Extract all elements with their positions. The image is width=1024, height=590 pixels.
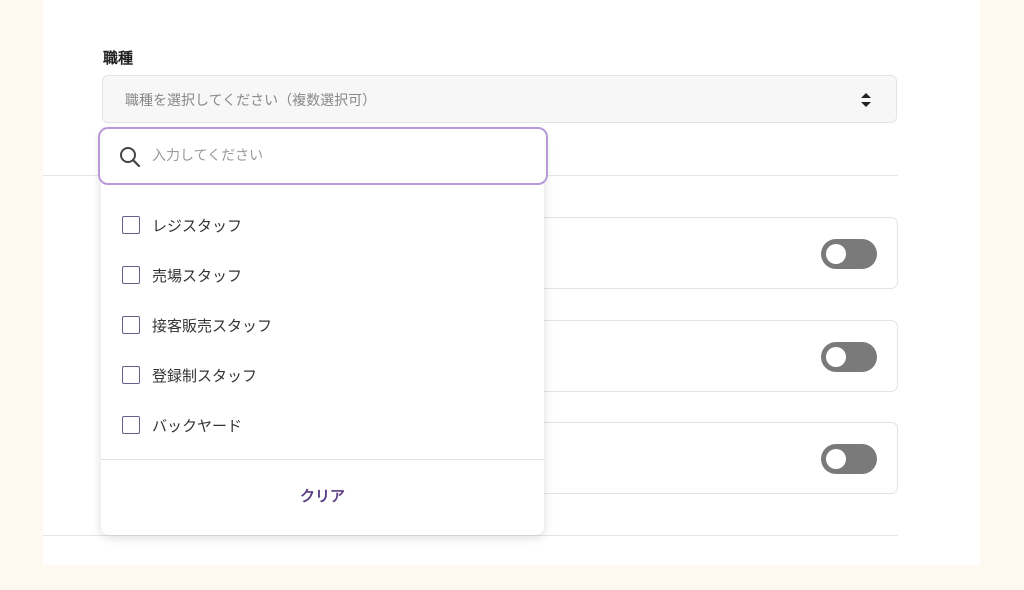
clear-button[interactable]: クリア — [101, 476, 544, 516]
job-type-select[interactable]: 職種を選択してください（複数選択可） — [102, 75, 897, 123]
job-type-dropdown: レジスタッフ 売場スタッフ 接客販売スタッフ 登録制スタッフ バックヤード クリ… — [98, 127, 548, 535]
toggle-switch-2[interactable] — [821, 342, 877, 372]
option-sales-floor-staff[interactable]: 売場スタッフ — [122, 263, 522, 287]
sort-arrows-icon — [861, 93, 871, 107]
option-customer-service-staff[interactable]: 接客販売スタッフ — [122, 313, 522, 337]
option-label: 登録制スタッフ — [152, 366, 258, 385]
option-checkbox[interactable] — [122, 416, 140, 434]
option-checkbox[interactable] — [122, 216, 140, 234]
dropdown-search-box — [98, 127, 548, 185]
dropdown-search-input[interactable] — [152, 144, 512, 168]
section-divider-bottom — [43, 535, 898, 536]
job-type-label: 職種 — [103, 49, 134, 67]
dropdown-divider — [101, 459, 544, 460]
option-backyard[interactable]: バックヤード — [122, 413, 522, 437]
job-type-select-placeholder: 職種を選択してください（複数選択可） — [125, 93, 377, 109]
option-registered-staff[interactable]: 登録制スタッフ — [122, 363, 522, 387]
option-label: 接客販売スタッフ — [152, 316, 273, 335]
toggle-knob — [826, 244, 846, 264]
toggle-switch-3[interactable] — [821, 444, 877, 474]
option-checkbox[interactable] — [122, 366, 140, 384]
option-label: レジスタッフ — [152, 216, 243, 235]
search-icon — [120, 147, 141, 168]
option-checkbox[interactable] — [122, 266, 140, 284]
option-label: 売場スタッフ — [152, 266, 243, 285]
toggle-knob — [826, 449, 846, 469]
option-checkbox[interactable] — [122, 316, 140, 334]
option-register-staff[interactable]: レジスタッフ — [122, 213, 522, 237]
toggle-knob — [826, 347, 846, 367]
option-label: バックヤード — [152, 416, 243, 435]
toggle-switch-1[interactable] — [821, 239, 877, 269]
